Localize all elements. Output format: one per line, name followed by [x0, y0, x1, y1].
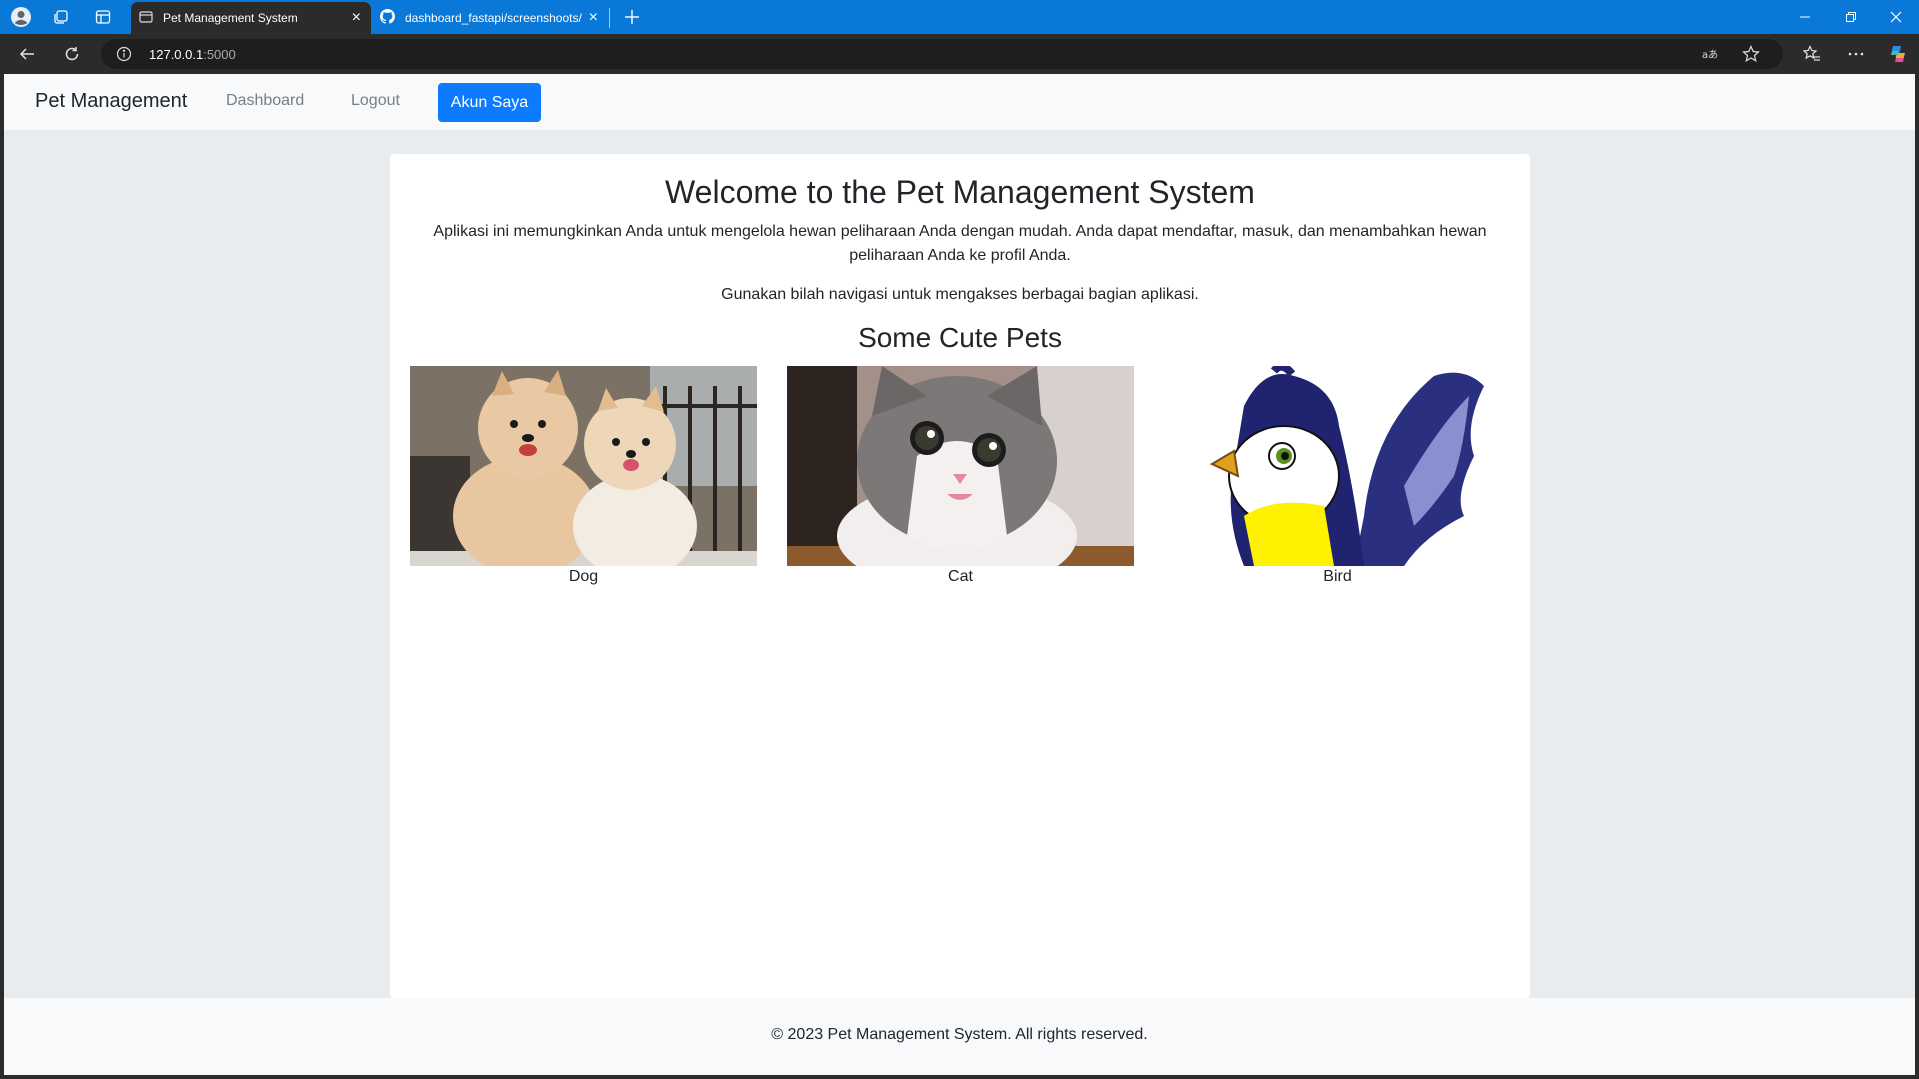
- back-icon[interactable]: [13, 41, 41, 67]
- bird-image: [1164, 366, 1511, 566]
- account-button[interactable]: Akun Saya: [438, 83, 541, 122]
- read-aloud-icon[interactable]: aあ: [1701, 46, 1719, 67]
- pet-label: Dog: [568, 568, 599, 585]
- dog-image: [410, 366, 757, 566]
- url-text: 127.0.0.1:5000: [149, 47, 236, 62]
- site-navbar: Pet Management Dashboard Logout Akun Say…: [4, 74, 1915, 130]
- tab-title: dashboard_fastapi/screenshoots/: [405, 11, 582, 25]
- pet-label: Cat: [948, 568, 973, 585]
- site-info-icon[interactable]: [116, 46, 132, 67]
- browser-toolbar: 127.0.0.1:5000 aあ: [0, 34, 1919, 74]
- more-options-icon[interactable]: [1842, 41, 1870, 67]
- pet-card-cat: Cat: [787, 366, 1134, 586]
- new-tab-icon[interactable]: [618, 4, 646, 30]
- tab-separator: [609, 8, 610, 28]
- favorite-star-icon[interactable]: [1742, 45, 1760, 68]
- tab-title: Pet Management System: [163, 11, 298, 25]
- tab-github[interactable]: dashboard_fastapi/screenshoots/ ×: [372, 2, 608, 34]
- pet-card-bird: Bird: [1164, 366, 1511, 586]
- cat-image: [787, 366, 1134, 566]
- page-favicon-icon: [139, 10, 153, 27]
- nav-link-dashboard[interactable]: Dashboard: [226, 92, 304, 110]
- site-footer: © 2023 Pet Management System. All rights…: [4, 998, 1915, 1075]
- address-bar[interactable]: 127.0.0.1:5000 aあ: [101, 39, 1783, 69]
- close-window-icon[interactable]: [1873, 0, 1919, 34]
- reload-icon[interactable]: [58, 41, 86, 67]
- pets-heading: Some Cute Pets: [858, 322, 1062, 353]
- url-port: :5000: [203, 47, 236, 62]
- close-tab-icon[interactable]: ×: [352, 10, 361, 26]
- copilot-icon[interactable]: [1884, 41, 1912, 67]
- pet-card-dog: Dog: [410, 366, 757, 586]
- github-icon: [380, 9, 395, 27]
- restore-icon[interactable]: [1828, 0, 1874, 34]
- intro-paragraph: Aplikasi ini memungkinkan Anda untuk men…: [433, 223, 1487, 264]
- close-tab-icon[interactable]: ×: [589, 10, 598, 26]
- profile-icon[interactable]: [7, 4, 35, 30]
- nav-link-logout[interactable]: Logout: [351, 92, 400, 110]
- main-content-card: Welcome to the Pet Management System Apl…: [390, 154, 1530, 998]
- favorites-icon[interactable]: [1798, 41, 1826, 67]
- svg-text:aあ: aあ: [1702, 49, 1718, 61]
- page-title: Welcome to the Pet Management System: [665, 174, 1255, 210]
- pet-label: Bird: [1323, 568, 1352, 585]
- page-viewport: Pet Management Dashboard Logout Akun Say…: [4, 74, 1915, 1075]
- navigation-hint: Gunakan bilah navigasi untuk mengakses b…: [721, 286, 1199, 303]
- minimize-icon[interactable]: [1782, 0, 1828, 34]
- url-host: 127.0.0.1: [149, 47, 204, 62]
- footer-copyright: © 2023 Pet Management System. All rights…: [771, 1026, 1148, 1043]
- navbar-brand[interactable]: Pet Management: [35, 90, 187, 113]
- tab-pet-management[interactable]: Pet Management System ×: [131, 2, 371, 34]
- browser-tab-strip: Pet Management System × dashboard_fastap…: [0, 0, 1919, 34]
- tab-actions-icon[interactable]: [89, 4, 117, 30]
- workspaces-icon[interactable]: [47, 4, 75, 30]
